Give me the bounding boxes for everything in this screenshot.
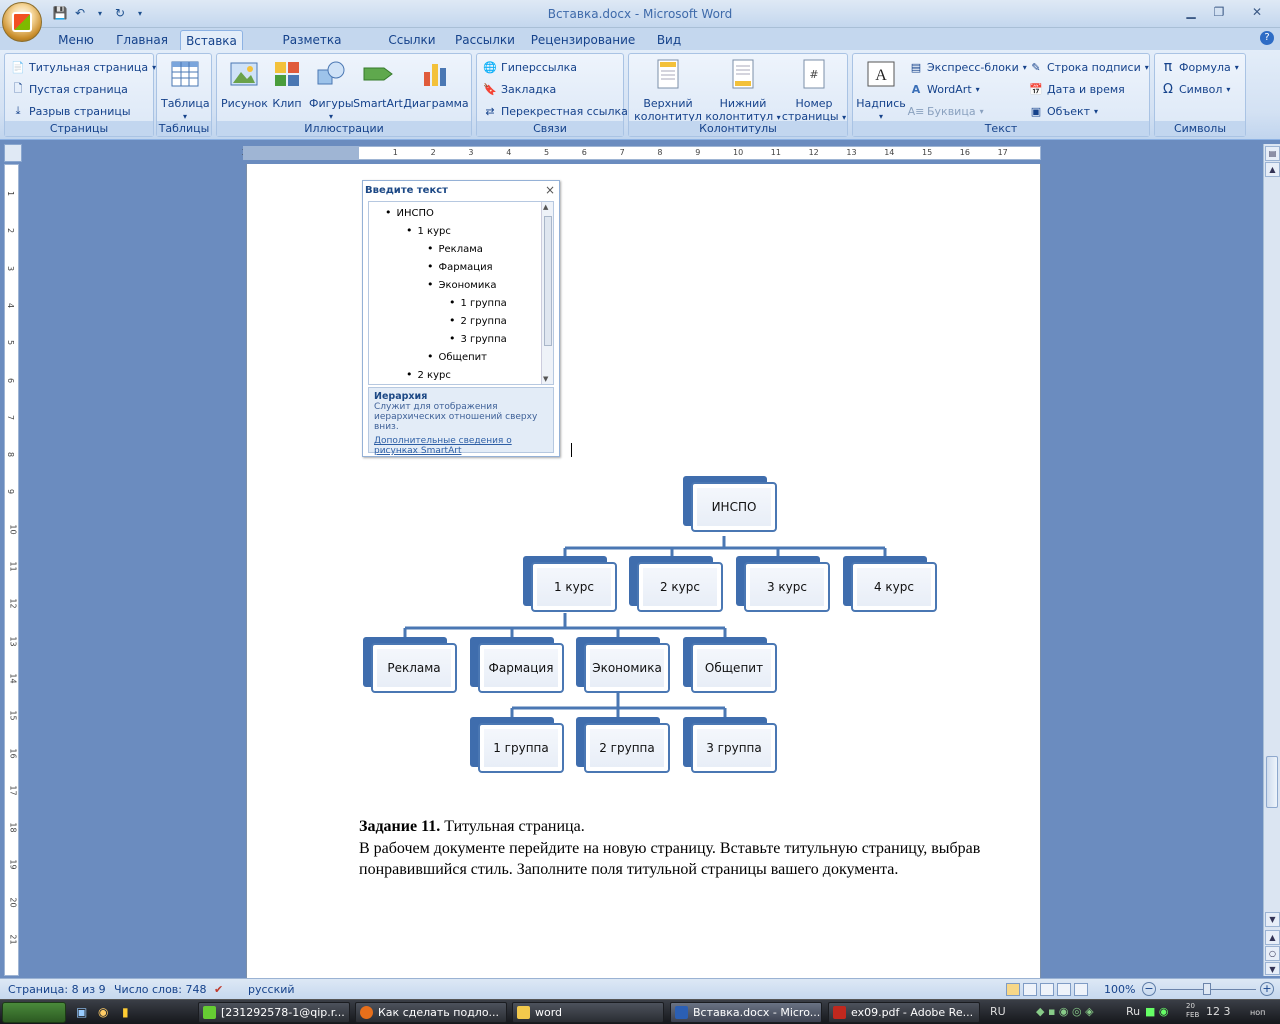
date-month: FEB [1186, 1011, 1200, 1019]
task-title: Титульная страница. [440, 818, 585, 835]
start-button[interactable] [2, 1002, 66, 1023]
firefox-icon [360, 1006, 373, 1019]
node-label: Фармация [488, 661, 554, 675]
print-layout-view-icon[interactable] [1006, 983, 1020, 996]
taskbar-label: Вставка.docx - Micro... [693, 1006, 821, 1019]
node-group-2[interactable]: 2 группа [576, 717, 670, 773]
zoom-out-icon[interactable]: − [1142, 982, 1156, 996]
node-department-2[interactable]: Фармация [470, 637, 564, 693]
node-course-2[interactable]: 2 курс [629, 556, 723, 612]
taskbar-label: ex09.pdf - Adobe Re... [851, 1006, 974, 1019]
node-label: 4 курс [873, 580, 914, 594]
node-label: 2 курс [659, 580, 700, 594]
taskbar-item-firefox[interactable]: Как сделать подло... [355, 1002, 507, 1023]
taskbar-item-folder[interactable]: word [512, 1002, 664, 1023]
spellcheck-icon[interactable]: ✔ [214, 983, 223, 996]
node-label: 1 группа [493, 741, 549, 755]
page-counter[interactable]: Страница: 8 из 9 [8, 983, 106, 996]
taskbar-item-qip[interactable]: [231292578-1@qip.r... [198, 1002, 350, 1023]
node-group-1[interactable]: 1 группа [470, 717, 564, 773]
show-desktop-icon[interactable]: ▣ [76, 1005, 87, 1019]
node-course-4[interactable]: 4 курс [843, 556, 937, 612]
taskbar-item-word[interactable]: Вставка.docx - Micro... [670, 1002, 822, 1023]
taskbar-label: Как сделать подло... [378, 1006, 500, 1019]
taskbar-label: word [535, 1006, 563, 1019]
node-root[interactable]: ИНСПО [683, 476, 777, 532]
zoom-in-icon[interactable]: + [1260, 982, 1274, 996]
task-paragraph[interactable]: Задание 11. Титульная страница. В рабоче… [359, 816, 999, 881]
node-label: 3 курс [766, 580, 807, 594]
zoom-slider-handle[interactable] [1203, 983, 1211, 995]
node-course-3[interactable]: 3 курс [736, 556, 830, 612]
language-tray[interactable]: RU [990, 1005, 1006, 1018]
status-bar: Страница: 8 из 9 Число слов: 748 ✔ русск… [0, 978, 1280, 999]
taskbar: ▣ ◉ ▮ [231292578-1@qip.r... Как сделать … [0, 999, 1280, 1024]
task-body: В рабочем документе перейдите на новую с… [359, 839, 981, 879]
keyboard-indicator[interactable]: ноп [1250, 1008, 1265, 1017]
node-label: 2 группа [599, 741, 655, 755]
office-button[interactable] [2, 2, 42, 42]
language-indicator[interactable]: русский [248, 983, 295, 996]
word-count[interactable]: Число слов: 748 [114, 983, 207, 996]
office-logo-icon [12, 12, 32, 32]
node-course-1[interactable]: 1 курс [523, 556, 617, 612]
qip-icon [203, 1006, 216, 1019]
node-label: Реклама [387, 661, 441, 675]
taskbar-label: [231292578-1@qip.r... [221, 1006, 345, 1019]
draft-view-icon[interactable] [1074, 983, 1088, 996]
tray-status-icon[interactable]: ■ ◉ [1145, 1005, 1169, 1018]
node-label: ИНСПО [711, 500, 757, 514]
node-department-3[interactable]: Экономика [576, 637, 670, 693]
node-label: 3 группа [706, 741, 762, 755]
folder-quicklaunch-icon[interactable]: ▮ [122, 1005, 129, 1019]
tray-lang-ru[interactable]: Ru [1126, 1005, 1140, 1018]
folder-icon [517, 1006, 530, 1019]
node-label: 1 курс [553, 580, 594, 594]
pdf-icon [833, 1006, 846, 1019]
browser-quicklaunch-icon[interactable]: ◉ [98, 1005, 108, 1019]
outline-view-icon[interactable] [1057, 983, 1071, 996]
zoom-level[interactable]: 100% [1104, 983, 1135, 996]
node-group-3[interactable]: 3 группа [683, 717, 777, 773]
node-label: Общепит [704, 661, 764, 675]
task-number: Задание 11. [359, 818, 441, 835]
web-layout-view-icon[interactable] [1040, 983, 1054, 996]
date-day: 20 [1186, 1002, 1195, 1010]
node-label: Экономика [592, 661, 662, 675]
full-screen-view-icon[interactable] [1023, 983, 1037, 996]
tray-date[interactable]: 20 FEB [1186, 1002, 1199, 1020]
tray-icons[interactable]: ◆ ▪ ◉ ◎ ◈ [1036, 1005, 1094, 1018]
taskbar-item-acrobat[interactable]: ex09.pdf - Adobe Re... [828, 1002, 980, 1023]
view-buttons [1006, 983, 1088, 996]
node-department-1[interactable]: Реклама [363, 637, 457, 693]
node-department-4[interactable]: Общепит [683, 637, 777, 693]
word-icon [675, 1006, 688, 1019]
clock[interactable]: 12 3 [1206, 1005, 1231, 1018]
